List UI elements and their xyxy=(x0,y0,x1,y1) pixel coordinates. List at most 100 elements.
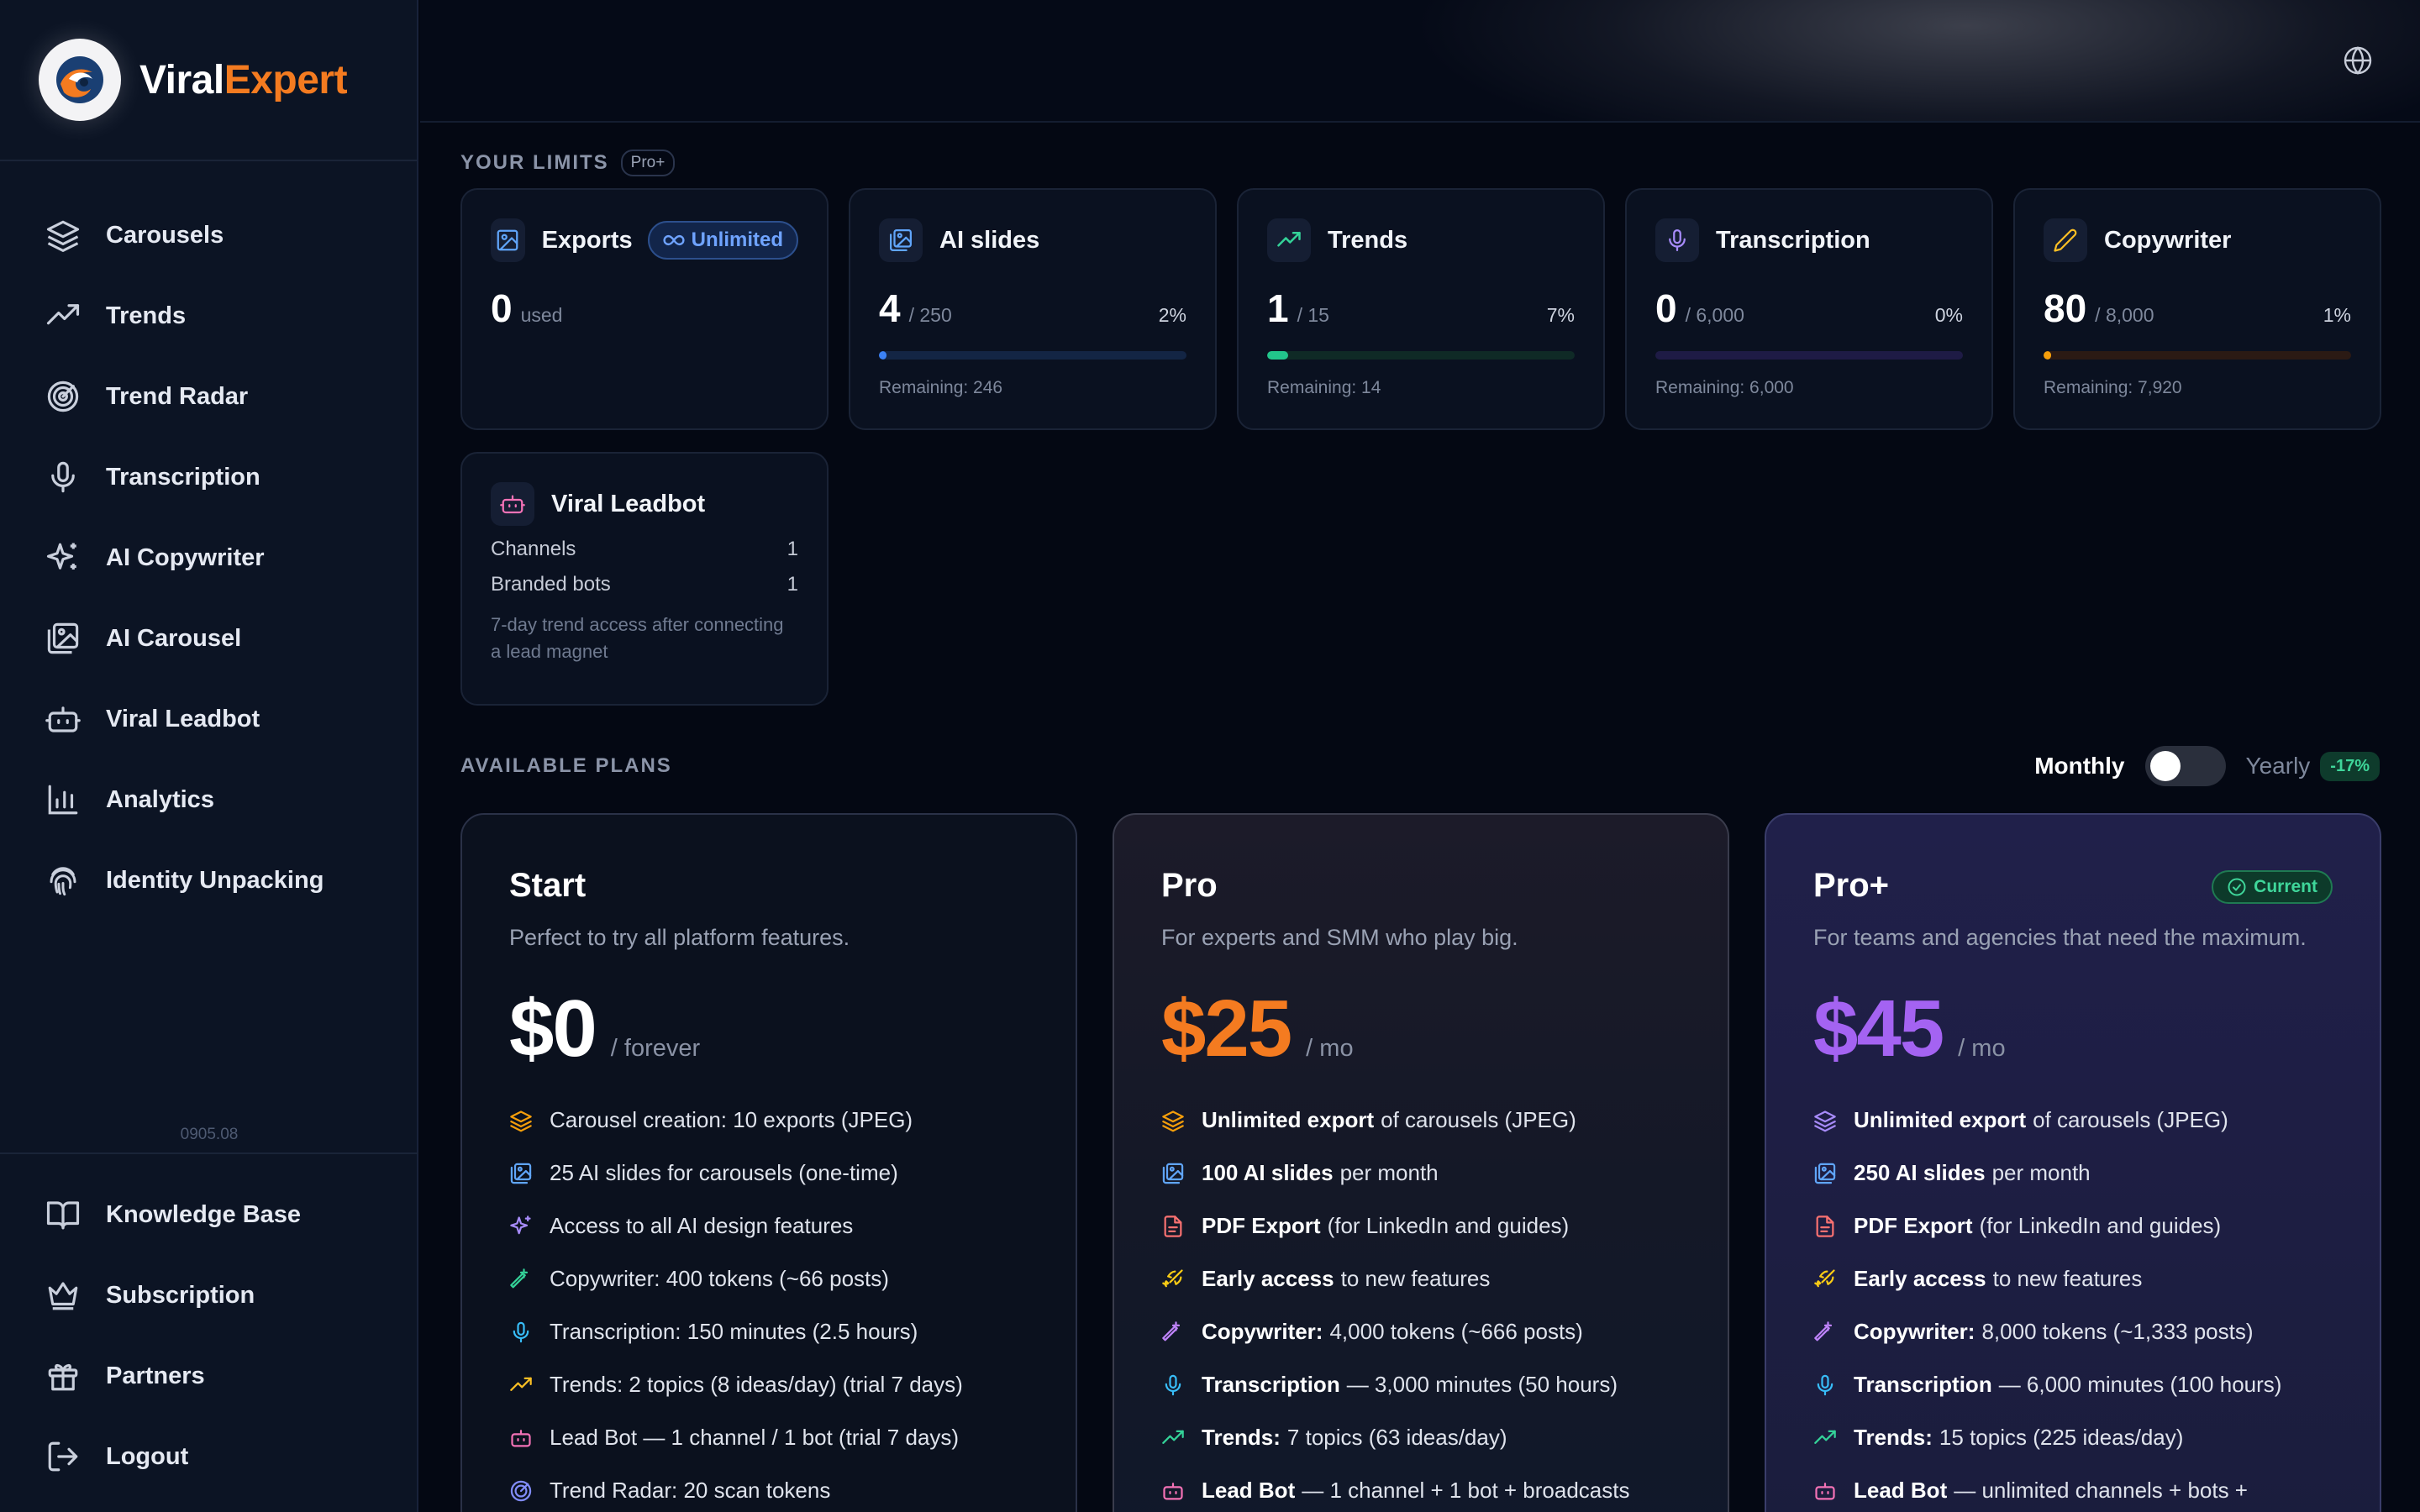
plan-period: / forever xyxy=(610,1035,701,1062)
monthly-label[interactable]: Monthly xyxy=(2034,753,2124,780)
gift-icon xyxy=(48,1363,78,1391)
sidebar-item-label: Knowledge Base xyxy=(106,1200,302,1228)
card-title: Copywriter xyxy=(2104,226,2232,254)
sidebar-item-logout[interactable]: Logout xyxy=(0,1416,418,1497)
feature-item: Trends: 2 topics (8 ideas/day) (trial 7 … xyxy=(509,1358,1028,1411)
exports-card: Exports Unlimited 0 used xyxy=(460,188,829,430)
sidebar-item-ai-carousel[interactable]: AI Carousel xyxy=(0,598,417,679)
sidebar-item-trends[interactable]: Trends xyxy=(0,276,417,356)
feature-item: Lead Bot — unlimited channels + bots + xyxy=(1813,1464,2333,1512)
stat-max: / 250 xyxy=(908,304,952,326)
row-label: Branded bots xyxy=(491,573,611,596)
plan-period: / mo xyxy=(1958,1035,2006,1062)
copywriter-card: Copywriter 80 / 8,000 1% Remaining: 7,92… xyxy=(2013,188,2381,430)
feature-item: 25 AI slides for carousels (one-time) xyxy=(509,1147,1028,1200)
sidebar-item-identity-unpacking[interactable]: Identity Unpacking xyxy=(0,840,417,921)
sidebar-item-carousels[interactable]: Carousels xyxy=(0,195,417,276)
plan-card-pro-plus[interactable]: Current Pro+ For teams and agencies that… xyxy=(1765,813,2381,1512)
sidebar-item-ai-copywriter[interactable]: AI Copywriter xyxy=(0,517,417,598)
progress-bar xyxy=(1655,351,1963,360)
card-title: AI slides xyxy=(939,226,1040,254)
feature-bold: PDF Export xyxy=(1202,1213,1321,1238)
sparkles-icon xyxy=(46,543,76,570)
progress-bar xyxy=(879,351,1186,360)
check-circle-icon xyxy=(2228,878,2246,896)
feature-bold: Lead Bot xyxy=(1854,1478,1948,1503)
top-bar xyxy=(420,0,2420,123)
remaining-text: Remaining: 14 xyxy=(1267,378,1381,397)
sidebar-item-label: Transcription xyxy=(106,463,260,491)
sidebar-item-label: Logout xyxy=(106,1442,189,1470)
image-stack-icon xyxy=(47,622,79,654)
plan-name: Start xyxy=(509,867,587,904)
feature-bold: PDF Export xyxy=(1854,1213,1973,1238)
limits-label-text: YOUR LIMITS xyxy=(460,151,609,174)
plan-description: Perfect to try all platform features. xyxy=(509,925,850,950)
sidebar-item-analytics[interactable]: Analytics xyxy=(0,759,417,840)
sidebar-item-partners[interactable]: Partners xyxy=(0,1336,418,1416)
card-title: Transcription xyxy=(1716,226,1870,254)
plans-section-label: AVAILABLE PLANS xyxy=(460,754,672,777)
feature-item: Copywriter: 4,000 tokens (~666 posts) xyxy=(1161,1305,1681,1358)
rocket-icon xyxy=(1162,1268,1183,1287)
feature-text: per month xyxy=(1339,1160,1439,1185)
feature-bold: Trends: xyxy=(1202,1425,1281,1450)
file-text-icon xyxy=(1164,1215,1182,1237)
feature-item: Transcription — 6,000 minutes (100 hours) xyxy=(1813,1358,2333,1411)
microphone-icon xyxy=(1817,1374,1833,1395)
feature-text: 25 AI slides for carousels (one-time) xyxy=(550,1160,898,1185)
feature-item: Access to all AI design features xyxy=(509,1200,1028,1252)
plan-card-start[interactable]: Start Perfect to try all platform featur… xyxy=(460,813,1077,1512)
globe-icon[interactable] xyxy=(2343,45,2373,76)
plan-description: For teams and agencies that need the max… xyxy=(1813,925,2307,950)
magic-wand-icon xyxy=(1814,1320,1833,1341)
remaining-text: Remaining: 246 xyxy=(879,378,1003,397)
feature-bold: Unlimited export xyxy=(1854,1107,2027,1132)
image-stack-icon xyxy=(879,218,923,262)
feature-item: Transcription: 150 minutes (2.5 hours) xyxy=(509,1305,1028,1358)
rocket-icon xyxy=(1814,1268,1835,1287)
microphone-icon xyxy=(1655,218,1699,262)
sidebar-item-trend-radar[interactable]: Trend Radar xyxy=(0,356,417,437)
plan-description: For experts and SMM who play big. xyxy=(1161,925,1518,950)
discount-badge: -17% xyxy=(2320,751,2380,781)
sidebar-item-knowledge-base[interactable]: Knowledge Base xyxy=(0,1174,418,1255)
sidebar-item-label: Carousels xyxy=(106,221,224,249)
sidebar-item-label: Trends xyxy=(106,302,187,329)
feature-item: 250 AI slides per month xyxy=(1813,1147,2333,1200)
feature-text: — 3,000 minutes (50 hours) xyxy=(1346,1372,1618,1397)
file-text-icon xyxy=(1816,1215,1834,1237)
logo-icon xyxy=(39,39,121,121)
bot-icon xyxy=(45,706,81,732)
feature-item: Transcription — 3,000 minutes (50 hours) xyxy=(1161,1358,1681,1411)
sidebar-item-subscription[interactable]: Subscription xyxy=(0,1255,418,1336)
plan-pill: Pro+ xyxy=(620,150,676,176)
feature-bold: Lead Bot xyxy=(1202,1478,1296,1503)
yearly-label[interactable]: Yearly xyxy=(2246,753,2311,780)
sidebar-item-transcription[interactable]: Transcription xyxy=(0,437,417,517)
feature-item: PDF Export (for LinkedIn and guides) xyxy=(1161,1200,1681,1252)
bot-icon xyxy=(1815,1482,1835,1499)
progress-bar xyxy=(1267,351,1575,360)
main-nav: Carousels Trends Trend Radar Transcripti… xyxy=(0,161,417,921)
logo-area[interactable]: ViralExpert xyxy=(0,0,417,161)
sidebar-item-viral-leadbot[interactable]: Viral Leadbot xyxy=(0,679,417,759)
billing-period-toggle[interactable] xyxy=(2144,746,2226,786)
magic-wand-icon xyxy=(1162,1320,1181,1341)
feature-bold: 100 AI slides xyxy=(1202,1160,1334,1185)
feature-item: Unlimited export of carousels (JPEG) xyxy=(1161,1094,1681,1147)
transcription-card: Transcription 0 / 6,000 0% Remaining: 6,… xyxy=(1625,188,1993,430)
radar-icon xyxy=(47,381,79,412)
brand-name: ViralExpert xyxy=(139,57,348,102)
feature-text: to new features xyxy=(1340,1266,1491,1291)
feature-item: Copywriter: 8,000 tokens (~1,333 posts) xyxy=(1813,1305,2333,1358)
bot-icon xyxy=(1163,1482,1183,1499)
sparkles-icon xyxy=(510,1215,531,1234)
plan-card-pro[interactable]: Pro For experts and SMM who play big. $2… xyxy=(1113,813,1729,1512)
feature-text: Access to all AI design features xyxy=(550,1213,854,1238)
feature-item: Carousel creation: 10 exports (JPEG) xyxy=(509,1094,1028,1147)
feature-item: 100 AI slides per month xyxy=(1161,1147,1681,1200)
feature-text: (for LinkedIn and guides) xyxy=(1327,1213,1570,1238)
toggle-knob xyxy=(2149,751,2181,781)
remaining-text: Remaining: 7,920 xyxy=(2044,378,2182,397)
